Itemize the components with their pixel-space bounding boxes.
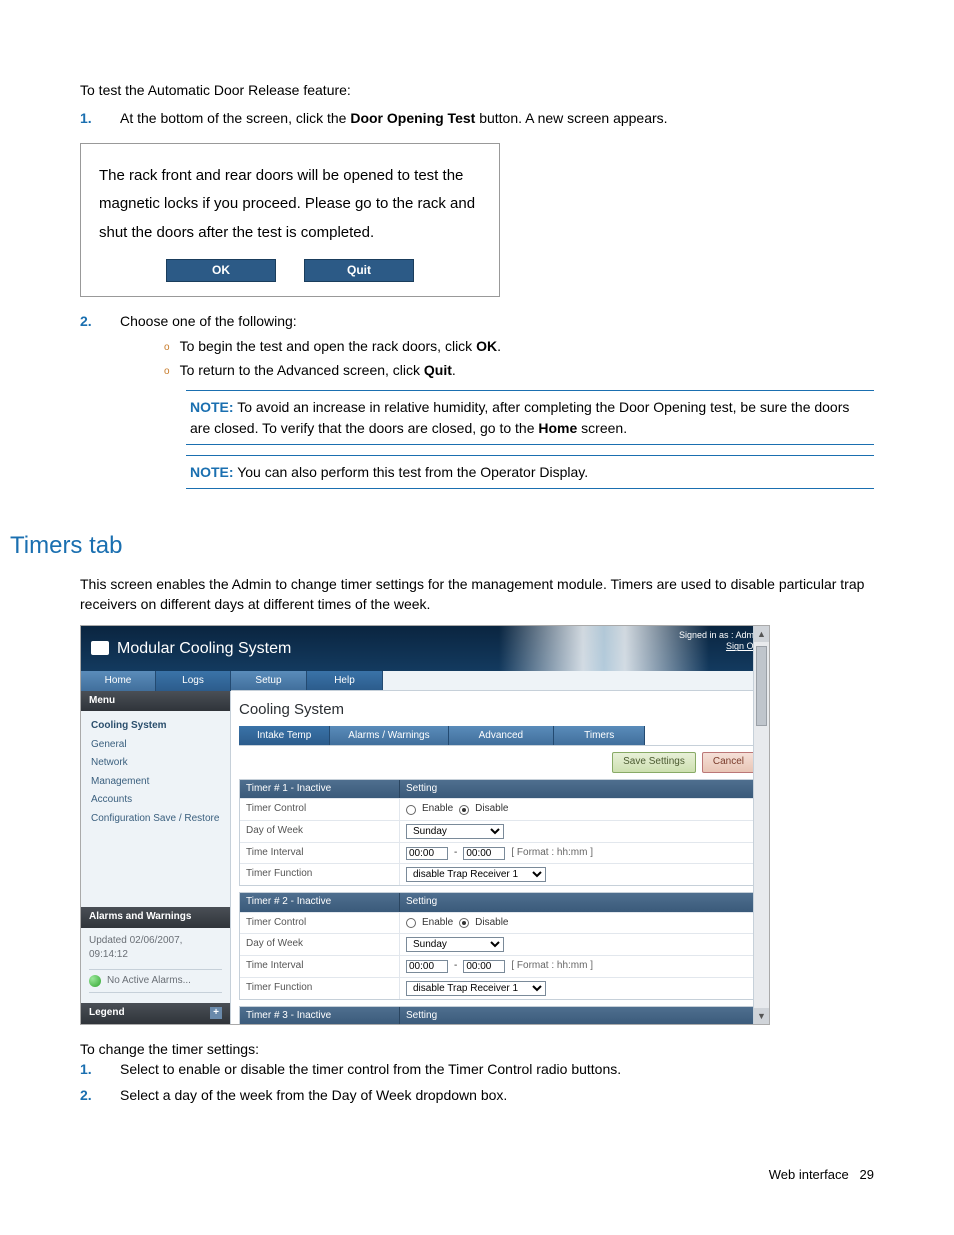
time-from-input[interactable]	[406, 960, 448, 973]
note-humidity: NOTE: To avoid an increase in relative h…	[186, 390, 874, 445]
side-menu-header: Menu	[81, 691, 230, 712]
scroll-down-icon[interactable]: ▼	[754, 1008, 769, 1024]
timer-block-1: Timer # 1 - InactiveSettingTimer Control…	[239, 779, 755, 887]
legend-header[interactable]: Legend +	[81, 1003, 230, 1024]
radio-disable[interactable]	[459, 805, 469, 815]
radio-enable[interactable]	[406, 918, 416, 928]
status-ok-icon	[89, 975, 101, 987]
label-timer-control: Timer Control	[240, 799, 400, 820]
day-select[interactable]: Sunday	[406, 824, 504, 839]
tab-advanced[interactable]: Advanced	[449, 726, 554, 745]
side-item-accounts[interactable]: Accounts	[91, 791, 230, 810]
signin-info: Signed in as : Admin Sign Out	[679, 630, 761, 653]
bullet-icon: o	[164, 366, 170, 377]
label-timer-function: Timer Function	[240, 864, 400, 885]
footer-section: Web interface	[769, 1166, 849, 1185]
intro-text: To test the Automatic Door Release featu…	[80, 80, 874, 100]
scroll-thumb[interactable]	[756, 646, 767, 726]
substep-ok: oTo begin the test and open the rack doo…	[164, 336, 874, 356]
side-item-management[interactable]: Management	[91, 773, 230, 792]
nav-home[interactable]: Home	[81, 671, 156, 691]
hp-logo-icon	[91, 641, 109, 655]
substep-quit: oTo return to the Advanced screen, click…	[164, 360, 874, 380]
post-step-2-num: 2.	[80, 1085, 120, 1105]
time-from-input[interactable]	[406, 847, 448, 860]
save-settings-button[interactable]: Save Settings	[612, 752, 696, 773]
time-to-input[interactable]	[463, 847, 505, 860]
radio-enable[interactable]	[406, 805, 416, 815]
nav-logs[interactable]: Logs	[156, 671, 231, 691]
cancel-button[interactable]: Cancel	[702, 752, 755, 773]
format-hint: [ Format : hh:mm ]	[511, 959, 593, 974]
label-day-of-week: Day of Week	[240, 821, 400, 842]
timer-block-3: Timer # 3 - InactiveSettingTimer Control…	[239, 1006, 755, 1024]
ok-button[interactable]: OK	[166, 259, 276, 282]
function-select[interactable]: disable Trap Receiver 1	[406, 981, 546, 996]
timer-header: Timer # 1 - Inactive	[240, 780, 400, 799]
step-2-text: Choose one of the following:	[120, 313, 297, 329]
expand-icon[interactable]: +	[210, 1007, 222, 1019]
side-item-network[interactable]: Network	[91, 754, 230, 773]
side-item-general[interactable]: General	[91, 736, 230, 755]
tab-alarms[interactable]: Alarms / Warnings	[330, 726, 448, 745]
setting-header: Setting	[400, 1007, 754, 1024]
timer-block-2: Timer # 2 - InactiveSettingTimer Control…	[239, 892, 755, 1000]
scrollbar[interactable]: ▲ ▼	[753, 626, 769, 1024]
side-menu: Cooling System General Network Managemen…	[81, 711, 230, 838]
post-step-1-num: 1.	[80, 1059, 120, 1079]
radio-disable[interactable]	[459, 918, 469, 928]
post-step-2: Select a day of the week from the Day of…	[120, 1085, 507, 1105]
note-operator-display: NOTE: You can also perform this test fro…	[186, 455, 874, 489]
step-number-2: 2.	[80, 311, 120, 499]
step-1-text: At the bottom of the screen, click the D…	[120, 108, 668, 128]
scroll-up-icon[interactable]: ▲	[754, 626, 769, 642]
alarms-updated: Updated 02/06/2007, 09:14:12	[89, 934, 222, 963]
timer-header: Timer # 2 - Inactive	[240, 893, 400, 912]
setting-header: Setting	[400, 893, 754, 912]
label-timer-function: Timer Function	[240, 978, 400, 999]
main-title: Cooling System	[239, 699, 755, 721]
label-day-of-week: Day of Week	[240, 934, 400, 955]
nav-setup[interactable]: Setup	[231, 671, 307, 690]
alarms-header: Alarms and Warnings	[81, 907, 230, 928]
dialog-message: The rack front and rear doors will be op…	[99, 162, 481, 248]
no-alarms-text: No Active Alarms...	[107, 974, 191, 989]
step-number-1: 1.	[80, 108, 120, 128]
app-logo: Modular Cooling System	[91, 637, 291, 660]
side-item-cooling[interactable]: Cooling System	[91, 717, 230, 736]
post-step-1: Select to enable or disable the timer co…	[120, 1059, 621, 1079]
post-intro: To change the timer settings:	[80, 1039, 874, 1059]
function-select[interactable]: disable Trap Receiver 1	[406, 867, 546, 882]
format-hint: [ Format : hh:mm ]	[511, 846, 593, 861]
timers-screenshot: Modular Cooling System Signed in as : Ad…	[80, 625, 770, 1025]
header-banner-image	[499, 626, 709, 671]
tab-intake-temp[interactable]: Intake Temp	[239, 726, 330, 745]
app-title: Modular Cooling System	[117, 637, 291, 660]
nav-help[interactable]: Help	[307, 671, 383, 690]
timer-header: Timer # 3 - Inactive	[240, 1007, 400, 1024]
label-timer-control: Timer Control	[240, 913, 400, 934]
label-time-interval: Time Interval	[240, 956, 400, 977]
quit-button[interactable]: Quit	[304, 259, 414, 282]
side-item-config[interactable]: Configuration Save / Restore	[91, 810, 230, 829]
section-intro: This screen enables the Admin to change …	[80, 574, 874, 615]
time-to-input[interactable]	[463, 960, 505, 973]
bullet-icon: o	[164, 342, 170, 353]
footer-page: 29	[860, 1166, 874, 1185]
day-select[interactable]: Sunday	[406, 937, 504, 952]
tab-timers[interactable]: Timers	[554, 726, 645, 745]
section-heading-timers: Timers tab	[10, 529, 874, 564]
label-time-interval: Time Interval	[240, 843, 400, 864]
door-test-dialog: The rack front and rear doors will be op…	[80, 143, 500, 298]
setting-header: Setting	[400, 780, 754, 799]
